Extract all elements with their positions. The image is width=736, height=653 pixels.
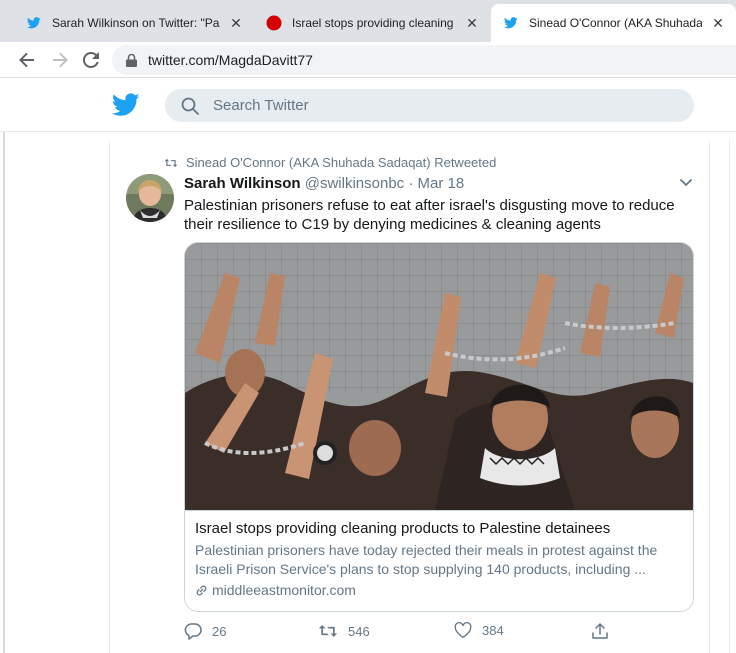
right-sidebar-card-edge bbox=[729, 139, 736, 653]
tab-title: Sarah Wilkinson on Twitter: "Palestinian bbox=[52, 16, 220, 30]
retweet-icon bbox=[318, 625, 338, 637]
close-icon[interactable]: ✕ bbox=[710, 15, 726, 31]
card-domain-text: middleeastmonitor.com bbox=[212, 582, 356, 598]
card-image bbox=[185, 243, 693, 510]
like-button[interactable]: 384 bbox=[454, 622, 504, 639]
tab-title: Sinead O'Connor (AKA Shuhada Sadaqat) bbox=[529, 16, 702, 30]
share-button[interactable] bbox=[591, 622, 619, 640]
retweeted-by-text: Sinead O'Connor (AKA Shuhada Sadaqat) Re… bbox=[186, 155, 497, 170]
retweet-count: 546 bbox=[348, 623, 370, 639]
left-column-edge bbox=[3, 132, 5, 653]
search-icon bbox=[181, 97, 199, 115]
browser-tab-strip: Sarah Wilkinson on Twitter: "Palestinian… bbox=[0, 0, 736, 42]
card-domain: middleeastmonitor.com bbox=[195, 582, 683, 598]
like-count: 384 bbox=[482, 623, 504, 638]
browser-toolbar: twitter.com/MagdaDavitt77 bbox=[0, 42, 736, 78]
share-icon bbox=[592, 623, 608, 639]
twitter-bird-icon bbox=[26, 15, 42, 31]
chevron-down-icon bbox=[680, 179, 692, 187]
search-box[interactable] bbox=[165, 89, 694, 122]
link-card[interactable]: Israel stops providing cleaning products… bbox=[184, 242, 694, 612]
reload-icon bbox=[83, 52, 99, 68]
card-title: Israel stops providing cleaning products… bbox=[195, 520, 611, 537]
arrow-right-icon bbox=[53, 52, 68, 68]
twitter-header bbox=[0, 79, 736, 132]
tweet-menu-button[interactable] bbox=[677, 174, 695, 192]
browser-tab-1[interactable]: Sarah Wilkinson on Twitter: "Palestinian… bbox=[14, 4, 254, 42]
url-text: twitter.com/MagdaDavitt77 bbox=[148, 52, 313, 68]
twitter-logo-icon[interactable] bbox=[112, 92, 140, 118]
tweet-header: Sarah Wilkinson @swilkinsonbc · Mar 18 bbox=[184, 175, 464, 192]
author-handle[interactable]: @swilkinsonbc bbox=[305, 175, 404, 192]
reply-count: 26 bbox=[212, 623, 227, 639]
tweet-date[interactable]: Mar 18 bbox=[418, 175, 465, 192]
arrow-left-icon bbox=[19, 52, 34, 68]
retweet-icon bbox=[164, 158, 178, 167]
reply-icon bbox=[184, 623, 202, 640]
browser-tab-2[interactable]: Israel stops providing cleaning products… bbox=[254, 4, 490, 42]
browser-tab-3-active[interactable]: Sinead O'Connor (AKA Shuhada Sadaqat) ✕ bbox=[491, 4, 736, 42]
reply-button[interactable]: 26 bbox=[184, 622, 226, 640]
tab-title: Israel stops providing cleaning products bbox=[292, 16, 456, 30]
back-button[interactable] bbox=[15, 48, 39, 72]
twitter-bird-icon bbox=[503, 15, 519, 31]
search-input[interactable] bbox=[213, 97, 633, 114]
heart-icon bbox=[454, 622, 472, 638]
card-description: Palestinian prisoners have today rejecte… bbox=[195, 542, 658, 577]
avatar[interactable] bbox=[126, 174, 174, 222]
red-circle-icon bbox=[266, 15, 282, 31]
tweet-text: Palestinian prisoners refuse to eat afte… bbox=[184, 197, 675, 233]
forward-button[interactable] bbox=[48, 48, 72, 72]
close-icon[interactable]: ✕ bbox=[228, 15, 244, 31]
tweet-item[interactable]: Sinead O'Connor (AKA Shuhada Sadaqat) Re… bbox=[109, 142, 710, 653]
twitter-page: Sinead O'Connor (AKA Shuhada Sadaqat) Re… bbox=[0, 79, 736, 653]
retweet-button[interactable]: 546 bbox=[318, 622, 370, 640]
separator-dot: · bbox=[408, 175, 414, 192]
tweet-actions: 26 546 384 bbox=[184, 622, 694, 642]
retweet-context: Sinead O'Connor (AKA Shuhada Sadaqat) Re… bbox=[164, 155, 496, 170]
address-bar[interactable]: twitter.com/MagdaDavitt77 bbox=[112, 45, 736, 75]
lock-icon bbox=[124, 53, 138, 67]
link-icon bbox=[196, 585, 207, 595]
card-body: Israel stops providing cleaning products… bbox=[185, 510, 693, 611]
author-name[interactable]: Sarah Wilkinson bbox=[184, 175, 301, 192]
close-icon[interactable]: ✕ bbox=[464, 15, 480, 31]
reload-button[interactable] bbox=[79, 48, 103, 72]
